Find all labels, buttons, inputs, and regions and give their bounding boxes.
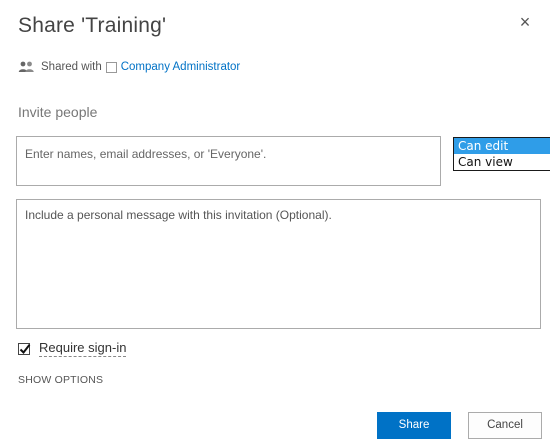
permission-listbox[interactable]: Can edit Can view: [453, 137, 550, 171]
personal-message-input[interactable]: Include a personal message with this inv…: [16, 199, 541, 329]
share-button[interactable]: Share: [377, 412, 451, 439]
shared-with-label: Shared with: [41, 61, 102, 73]
people-icon: [18, 61, 35, 73]
close-icon[interactable]: ×: [515, 12, 535, 32]
cancel-button[interactable]: Cancel: [468, 412, 542, 439]
share-dialog: Share 'Training' × Shared with Company A…: [0, 0, 550, 439]
require-signin-checkbox[interactable]: [18, 342, 31, 355]
checkmark-icon: [19, 343, 31, 354]
require-signin-row: Require sign-in: [18, 340, 127, 357]
user-presence-icon: [105, 61, 117, 73]
invite-names-input[interactable]: Enter names, email addresses, or 'Everyo…: [16, 136, 441, 186]
permission-option-can-edit[interactable]: Can edit: [454, 138, 550, 154]
show-options-link[interactable]: SHOW OPTIONS: [18, 374, 103, 386]
invite-people-label: Invite people: [18, 104, 98, 120]
dialog-title: Share 'Training': [18, 14, 167, 37]
shared-with-row: Shared with Company Administrator: [18, 58, 240, 76]
shared-with-link[interactable]: Company Administrator: [121, 61, 241, 73]
require-signin-label[interactable]: Require sign-in: [39, 340, 127, 357]
permission-option-can-view[interactable]: Can view: [454, 154, 550, 170]
